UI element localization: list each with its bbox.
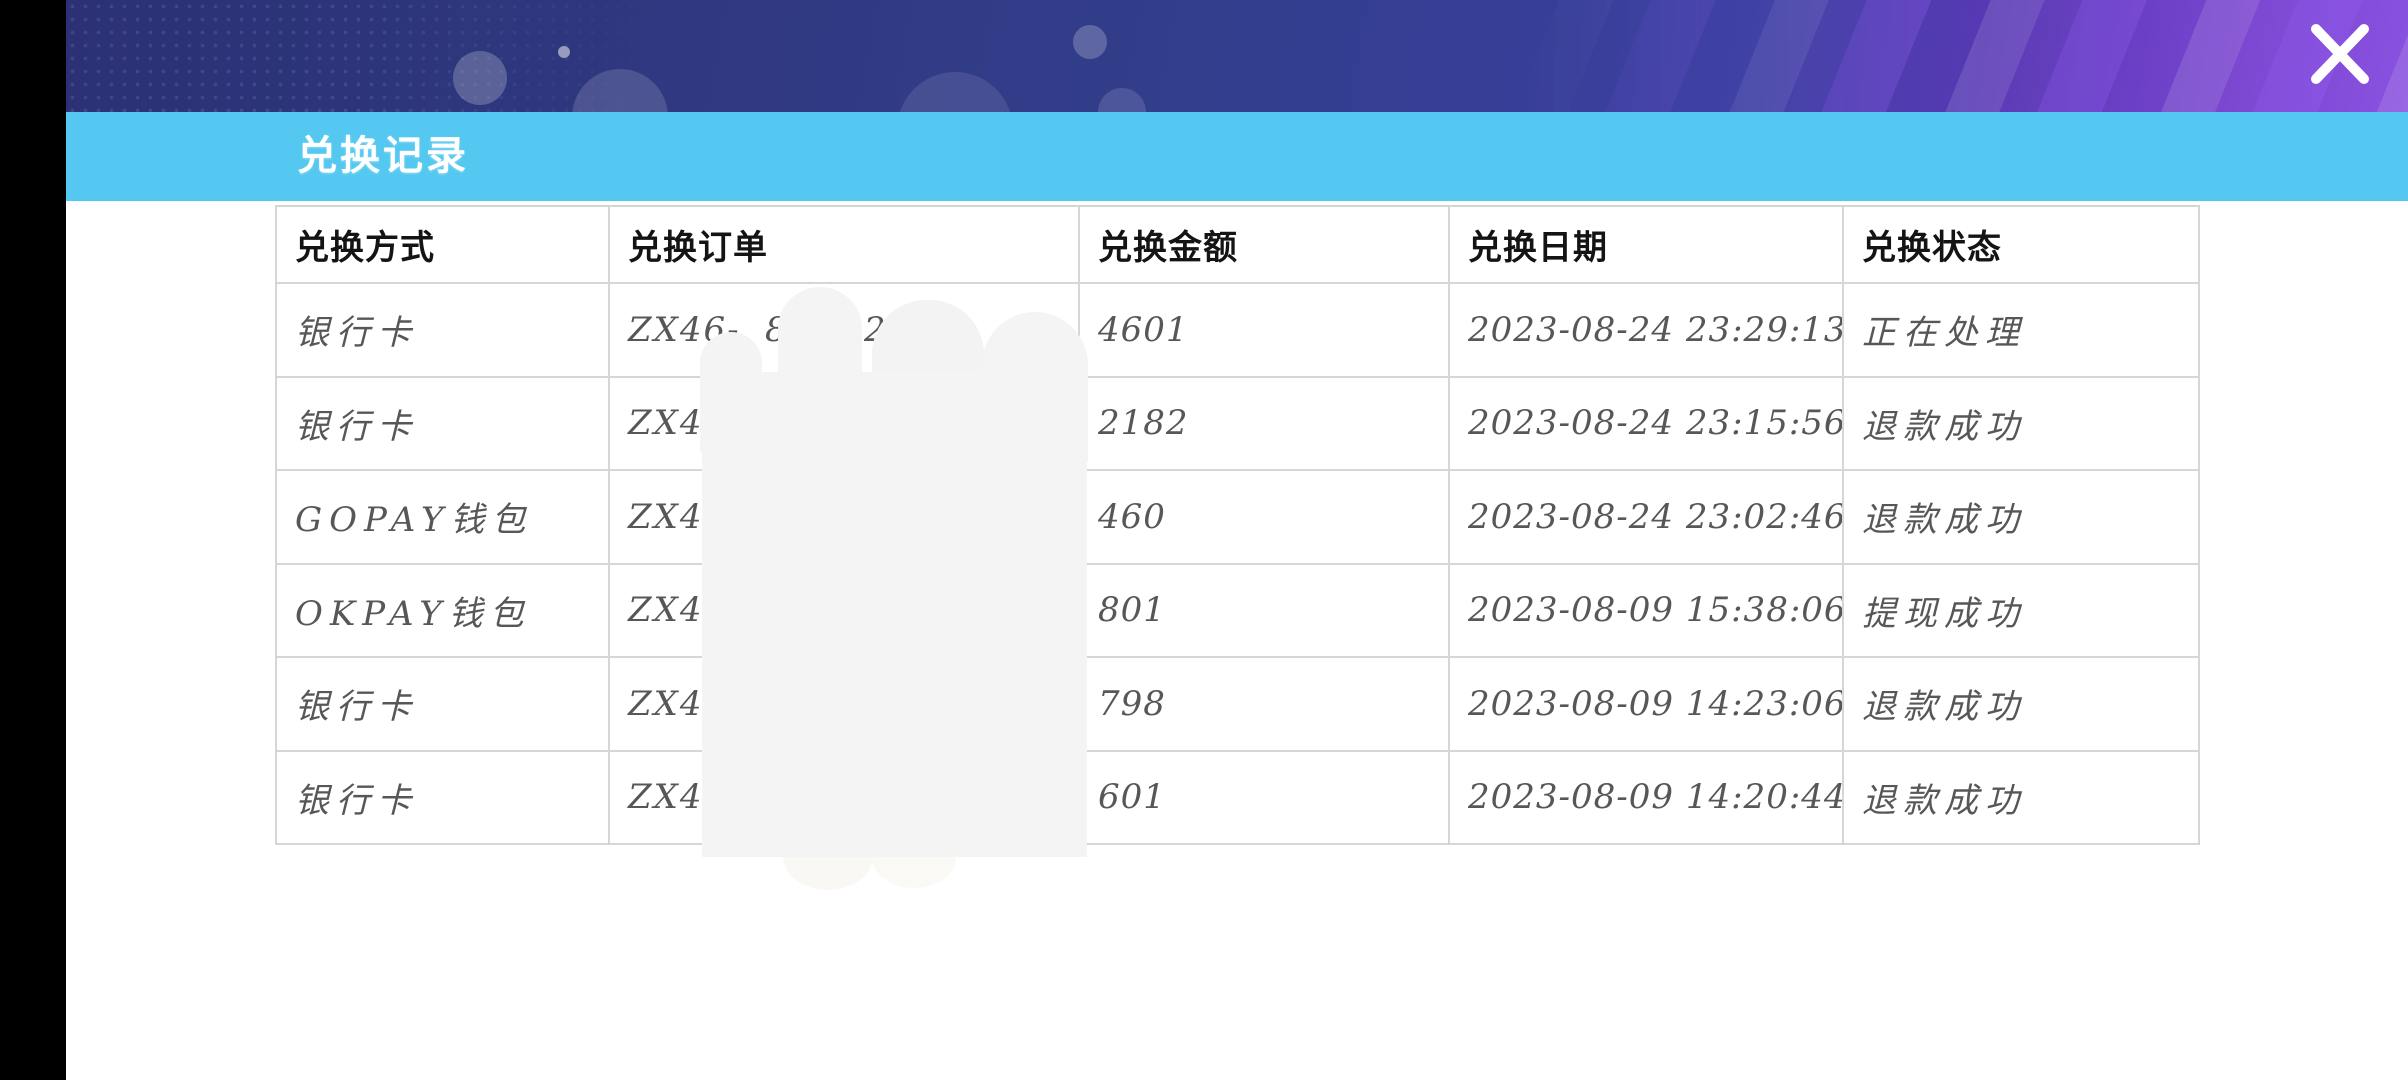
bokeh-circle [1073,25,1107,59]
cell-date: 2023-08-09 15:38:06 [1449,564,1843,658]
header-date: 兑换日期 [1449,206,1843,283]
table-row: 银行卡 ZX46 798 2023-08-09 14:23:06 退款成功 [276,657,2199,751]
cell-method: 银行卡 [276,377,609,471]
dialog-title-bar: 兑换记录 [66,112,2408,201]
close-icon [2307,20,2373,88]
decorative-banner [66,0,2408,115]
table-row: 银行卡 ZX46- 8 2 4601 2023-08-24 23:29:13 正… [276,283,2199,377]
bokeh-circle [897,72,1013,115]
order-peek-digit: 8 [765,310,789,350]
letterbox-left-bar [0,0,66,1080]
cell-date: 2023-08-24 23:15:56 [1449,377,1843,471]
cell-order: ZX46 [609,377,1079,471]
page-title: 兑换记录 [297,112,469,201]
cell-order: ZX46 [609,657,1079,751]
header-method: 兑换方式 [276,206,609,283]
cell-amount: 801 [1079,564,1449,658]
cell-method: 银行卡 [276,657,609,751]
cell-method: GOPAY钱包 [276,470,609,564]
cell-date: 2023-08-24 23:29:13 [1449,283,1843,377]
table-row: OKPAY钱包 ZX46 801 2023-08-09 15:38:06 提现成… [276,564,2199,658]
cell-amount: 798 [1079,657,1449,751]
banner-diagonal-stripes [1508,0,2408,115]
close-button[interactable] [2296,10,2384,98]
order-peek-digit: 2 [864,310,888,350]
cell-status: 提现成功 [1843,564,2199,658]
bokeh-circle [1098,88,1146,115]
cell-method: OKPAY钱包 [276,564,609,658]
header-order: 兑换订单 [609,206,1079,283]
cell-order: ZX46- 8 2 [609,283,1079,377]
cell-status: 退款成功 [1843,657,2199,751]
table-header-row: 兑换方式 兑换订单 兑换金额 兑换日期 兑换状态 [276,206,2199,283]
cell-status: 退款成功 [1843,377,2199,471]
cell-method: 银行卡 [276,751,609,845]
cell-amount: 460 [1079,470,1449,564]
cell-order: ZX46 [609,470,1079,564]
cell-status: 退款成功 [1843,751,2199,845]
header-amount: 兑换金额 [1079,206,1449,283]
cell-order: ZX46 [609,564,1079,658]
cell-status: 退款成功 [1843,470,2199,564]
table-row: 银行卡 ZX4 601 2023-08-09 14:20:44 退款成功 [276,751,2199,845]
cell-status: 正在处理 [1843,283,2199,377]
cell-date: 2023-08-09 14:23:06 [1449,657,1843,751]
cell-order: ZX4 [609,751,1079,845]
cell-amount: 601 [1079,751,1449,845]
table-row: GOPAY钱包 ZX46 460 2023-08-24 23:02:46 退款成… [276,470,2199,564]
order-visible-prefix: ZX46- [628,310,741,350]
cell-amount: 4601 [1079,283,1449,377]
cell-date: 2023-08-09 14:20:44 [1449,751,1843,845]
cell-date: 2023-08-24 23:02:46 [1449,470,1843,564]
bokeh-circle [558,46,570,58]
cell-method: 银行卡 [276,283,609,377]
exchange-records-table: 兑换方式 兑换订单 兑换金额 兑换日期 兑换状态 银行卡 ZX46- 8 2 4… [275,205,2200,845]
bokeh-circle [453,51,507,105]
table-row: 银行卡 ZX46 2182 2023-08-24 23:15:56 退款成功 [276,377,2199,471]
cell-amount: 2182 [1079,377,1449,471]
header-status: 兑换状态 [1843,206,2199,283]
